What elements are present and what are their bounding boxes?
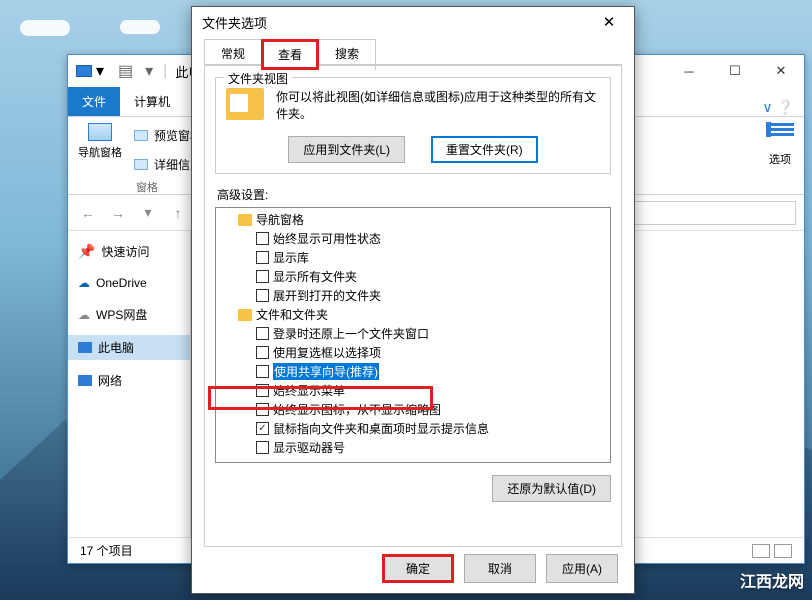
cancel-button[interactable]: 取消	[464, 554, 536, 583]
reset-folders-button[interactable]: 重置文件夹(R)	[431, 136, 538, 163]
tree-checkbox-item[interactable]: 显示所有文件夹	[220, 267, 606, 286]
tree-checkbox-item[interactable]: 始终显示可用性状态	[220, 229, 606, 248]
help-button[interactable]: ∨ ❔	[752, 99, 804, 116]
details-view-button[interactable]	[752, 544, 770, 558]
apply-to-folders-button[interactable]: 应用到文件夹(L)	[288, 136, 405, 163]
tree-checkbox-item[interactable]: 登录时还原上一个文件夹窗口	[220, 324, 606, 343]
close-button[interactable]: ✕	[758, 56, 804, 86]
nav-pane-icon[interactable]	[88, 123, 112, 141]
tree-checkbox-item[interactable]: 展开到打开的文件夹	[220, 286, 606, 305]
sidebar-item-network[interactable]: 网络	[68, 368, 190, 393]
folder-icon	[238, 214, 252, 226]
tree-checkbox-item[interactable]: 显示库	[220, 248, 606, 267]
sidebar-nav: 📌快速访问 ☁OneDrive ☁WPS网盘 此电脑 网络	[68, 231, 191, 537]
folder-views-desc: 你可以将此视图(如详细信息或图标)应用于这种类型的所有文件夹。	[276, 88, 600, 122]
folder-options-dialog: 文件夹选项 ✕ 常规 查看 搜索 文件夹视图 你可以将此视图(如详细信息或图标)…	[191, 6, 635, 594]
tree-checkbox-item[interactable]: 显示驱动器号	[220, 438, 606, 457]
star-icon: 📌	[78, 243, 95, 260]
sidebar-item-this-pc[interactable]: 此电脑	[68, 335, 190, 360]
checkbox-icon[interactable]	[256, 422, 269, 435]
forward-button[interactable]: →	[106, 201, 130, 225]
tree-checkbox-item[interactable]: 鼠标指向文件夹和桌面项时显示提示信息	[220, 419, 606, 438]
checkbox-icon[interactable]	[256, 365, 269, 378]
pc-icon	[76, 65, 92, 77]
tab-view[interactable]: 查看	[261, 39, 319, 70]
checkbox-icon[interactable]	[256, 327, 269, 340]
icons-view-button[interactable]	[774, 544, 792, 558]
back-button[interactable]: ←	[76, 201, 100, 225]
dialog-button-row: 确定 取消 应用(A)	[382, 554, 618, 583]
tree-checkbox-item[interactable]: 始终显示菜单	[220, 381, 606, 400]
checkbox-icon[interactable]	[256, 289, 269, 302]
checkbox-icon[interactable]	[256, 403, 269, 416]
checkbox-icon[interactable]	[256, 346, 269, 359]
tree-node-nav-pane[interactable]: 导航窗格	[220, 210, 606, 229]
tree-checkbox-item[interactable]: 始终显示图标，从不显示缩略图	[220, 400, 606, 419]
up-button[interactable]: ↑	[166, 201, 190, 225]
advanced-settings-label: 高级设置:	[217, 186, 621, 203]
chevron-down-icon[interactable]: ▾	[96, 66, 106, 76]
cloud-icon: ☁	[78, 308, 90, 322]
sidebar-item-quick-access[interactable]: 📌快速访问	[68, 239, 190, 264]
advanced-settings-tree[interactable]: 导航窗格 始终显示可用性状态 显示库 显示所有文件夹 展开到打开的文件夹 文件和…	[215, 207, 611, 463]
tree-node-files-folders[interactable]: 文件和文件夹	[220, 305, 606, 324]
file-tab[interactable]: 文件	[68, 87, 120, 116]
minimize-button[interactable]: ─	[666, 56, 712, 86]
maximize-button[interactable]: ☐	[712, 56, 758, 86]
apply-button[interactable]: 应用(A)	[546, 554, 618, 583]
group-title: 文件夹视图	[224, 70, 292, 87]
checkbox-icon[interactable]	[256, 251, 269, 264]
sidebar-item-onedrive[interactable]: ☁OneDrive	[68, 272, 190, 294]
checkbox-icon[interactable]	[256, 384, 269, 397]
tree-checkbox-item[interactable]: 使用复选框以选择项	[220, 343, 606, 362]
network-icon	[78, 375, 92, 386]
checkbox-icon[interactable]	[256, 270, 269, 283]
computer-tab[interactable]: 计算机	[120, 87, 184, 116]
status-item-count: 17 个项目	[80, 542, 133, 559]
watermark: 江西龙网	[740, 568, 804, 592]
close-icon[interactable]: ✕	[594, 7, 624, 37]
cloud-icon: ☁	[78, 276, 90, 290]
tree-checkbox-sharing-wizard[interactable]: 使用共享向导(推荐)	[220, 362, 606, 381]
folder-icon	[238, 309, 252, 321]
sidebar-item-wps[interactable]: ☁WPS网盘	[68, 302, 190, 327]
checkbox-icon[interactable]	[256, 441, 269, 454]
dialog-titlebar: 文件夹选项 ✕	[192, 7, 634, 37]
options-icon[interactable]	[766, 123, 794, 147]
ok-button[interactable]: 确定	[382, 554, 454, 583]
pc-icon	[78, 342, 92, 353]
checkbox-icon[interactable]	[256, 232, 269, 245]
dialog-title: 文件夹选项	[202, 13, 267, 32]
nav-pane-button[interactable]: 导航窗格	[78, 144, 122, 160]
options-button[interactable]: 选项	[769, 151, 791, 167]
folder-icon	[226, 88, 264, 120]
restore-defaults-button[interactable]: 还原为默认值(D)	[492, 475, 611, 502]
folder-views-group: 文件夹视图 你可以将此视图(如详细信息或图标)应用于这种类型的所有文件夹。 应用…	[215, 77, 611, 174]
recent-button[interactable]: ▾	[136, 201, 160, 225]
